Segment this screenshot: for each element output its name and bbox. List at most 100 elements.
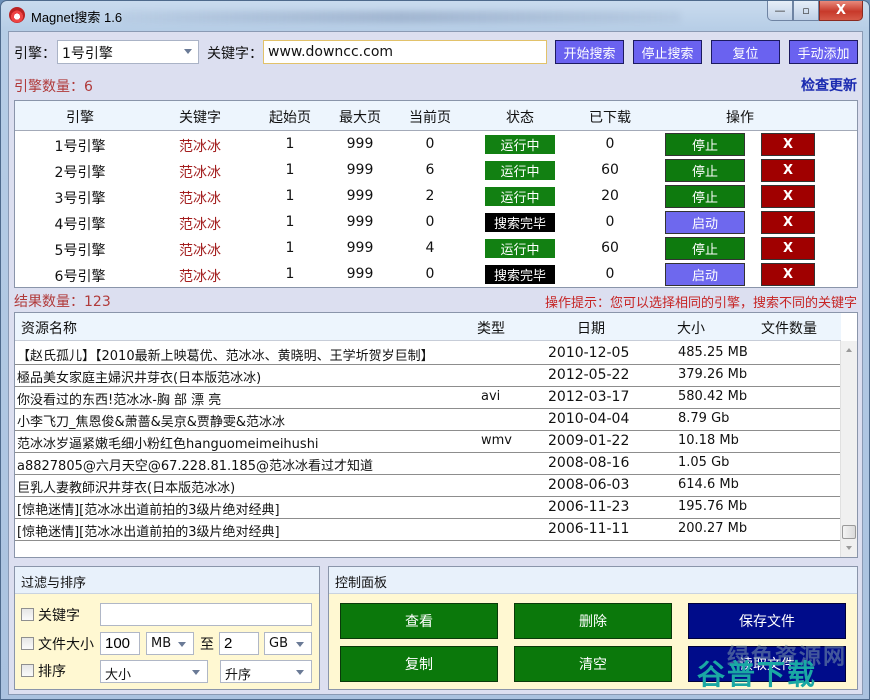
keyword-label: 关键字： xyxy=(207,46,263,62)
engine-cell-start-page: 1 xyxy=(285,162,295,178)
result-row[interactable]: 極品美女家庭主婦沢井芽衣(日本版范冰冰) 2012-05-22 379.26 Mb xyxy=(15,365,841,387)
size-max-unit-select[interactable]: GB xyxy=(264,632,312,655)
engine-cell-keyword: 范冰冰 xyxy=(179,165,221,181)
engine-row[interactable]: 2号引擎 范冰冰 1 999 6 60 运行中 停止 X xyxy=(15,158,857,184)
engine-cell-max-page: 999 xyxy=(346,162,374,178)
start-search-button[interactable]: 开始搜索 xyxy=(555,40,624,64)
col-current-page[interactable]: 当前页 xyxy=(395,107,465,127)
result-cell-size: 580.42 Mb xyxy=(678,389,748,404)
title-bar[interactable]: Magnet搜索 1.6 — ▫ X xyxy=(1,1,869,31)
result-cell-date: 2008-06-03 xyxy=(548,477,630,493)
save-file-button[interactable]: 保存文件 xyxy=(688,603,846,639)
engine-row[interactable]: 3号引擎 范冰冰 1 999 2 20 运行中 停止 X xyxy=(15,184,857,210)
engine-cell-start-page: 1 xyxy=(285,214,295,230)
filesize-filter-checkbox[interactable] xyxy=(21,637,34,650)
engine-delete-button[interactable]: X xyxy=(761,133,815,156)
engine-row[interactable]: 1号引擎 范冰冰 1 999 0 0 运行中 停止 X xyxy=(15,132,857,158)
engine-cell-downloaded: 0 xyxy=(605,136,615,152)
result-row[interactable]: 你没看过的东西!范冰冰-胸 部 漂 亮 avi 2012-03-17 580.42 M… xyxy=(15,387,841,409)
engine-select[interactable]: 1号引擎 xyxy=(57,40,199,64)
col-max-page[interactable]: 最大页 xyxy=(325,107,395,127)
result-row[interactable]: [惊艳迷情][范冰冰出道前拍的3级片绝对经典] 2006-11-23 195.76 … xyxy=(15,497,841,519)
engine-row[interactable]: 5号引擎 范冰冰 1 999 4 60 运行中 停止 X xyxy=(15,236,857,262)
manual-add-button[interactable]: 手动添加 xyxy=(789,40,858,64)
result-row[interactable]: 范冰冰岁逼紧嫩毛细小粉红色hanguomeimeihushi wmv 2009-01… xyxy=(15,431,841,453)
engine-status-badge: 搜索完毕 xyxy=(485,213,555,232)
engine-cell-max-page: 999 xyxy=(346,136,374,152)
engine-row[interactable]: 6号引擎 范冰冰 1 999 0 0 搜索完毕 启动 X xyxy=(15,262,857,288)
engine-delete-button[interactable]: X xyxy=(761,185,815,208)
size-min-unit-select[interactable]: MB xyxy=(146,632,194,655)
engine-cell-downloaded: 0 xyxy=(605,214,615,230)
scroll-down-icon[interactable] xyxy=(846,546,852,550)
stop-search-button[interactable]: 停止搜索 xyxy=(633,40,702,64)
col-keyword[interactable]: 关键字 xyxy=(155,107,245,127)
col-start-page[interactable]: 起始页 xyxy=(255,107,325,127)
engine-start-button[interactable]: 启动 xyxy=(665,211,745,234)
engine-cell-engine: 3号引擎 xyxy=(54,191,106,207)
engine-table-header: 引擎 关键字 起始页 最大页 当前页 状态 已下载 操作 xyxy=(15,101,857,131)
result-cell-date: 2009-01-22 xyxy=(548,433,630,449)
engine-stop-button[interactable]: 停止 xyxy=(665,159,745,182)
reset-button[interactable]: 复位 xyxy=(711,40,780,64)
size-min-input[interactable] xyxy=(100,632,140,655)
keyword-filter-input[interactable] xyxy=(100,603,312,626)
size-max-input[interactable] xyxy=(219,632,259,655)
result-cell-date: 2006-11-23 xyxy=(548,499,630,515)
engine-cell-engine: 5号引擎 xyxy=(54,243,106,259)
engine-cell-downloaded: 60 xyxy=(601,240,619,256)
window-title: Magnet搜索 1.6 xyxy=(31,10,123,25)
engine-delete-button[interactable]: X xyxy=(761,159,815,182)
col-resource-name[interactable]: 资源名称 xyxy=(21,318,77,338)
maximize-button[interactable]: ▫ xyxy=(793,1,819,21)
engine-stop-button[interactable]: 停止 xyxy=(665,237,745,260)
col-size[interactable]: 大小 xyxy=(677,318,705,338)
result-row[interactable]: [惊艳迷情][范冰冰出道前拍的3级片绝对经典] 2006-11-11 200.27 … xyxy=(15,519,841,541)
engine-cell-keyword: 范冰冰 xyxy=(179,243,221,259)
col-status[interactable]: 状态 xyxy=(485,107,555,127)
keyword-filter-checkbox[interactable] xyxy=(21,608,34,621)
app-window: Magnet搜索 1.6 — ▫ X 引擎： 1号引擎 关键字： 开始搜索 停止… xyxy=(0,0,870,700)
scroll-thumb[interactable] xyxy=(842,525,856,539)
clear-button[interactable]: 清空 xyxy=(514,646,672,682)
engine-delete-button[interactable]: X xyxy=(761,211,815,234)
result-row[interactable]: 小李飞刀_焦恩俊&萧蔷&吴京&贾静雯&范冰冰 2010-04-04 8.79 Gb xyxy=(15,409,841,431)
engine-cell-current-page: 4 xyxy=(425,240,435,256)
chevron-down-icon xyxy=(296,642,304,647)
read-file-button[interactable]: 读取文件 xyxy=(688,646,846,682)
col-actions[interactable]: 操作 xyxy=(705,107,775,127)
result-count: 结果数量：123 xyxy=(14,294,111,310)
results-table-header: 资源名称 类型 日期 大小 文件数量 xyxy=(15,313,841,341)
sort-checkbox[interactable] xyxy=(21,664,34,677)
engine-row[interactable]: 4号引擎 范冰冰 1 999 0 0 搜索完毕 启动 X xyxy=(15,210,857,236)
col-file-count[interactable]: 文件数量 xyxy=(761,318,817,338)
sort-order-select[interactable]: 升序 xyxy=(220,660,312,683)
title-bar-blur xyxy=(121,11,681,23)
sort-by-select[interactable]: 大小 xyxy=(100,660,208,683)
control-panel: 控制面板 查看 删除 保存文件 复制 清空 读取文件 绿色资源网 谷普下载 xyxy=(328,566,858,691)
scroll-up-icon[interactable] xyxy=(846,348,852,352)
engine-cell-downloaded: 20 xyxy=(601,188,619,204)
keyword-input[interactable] xyxy=(263,40,547,64)
result-cell-size: 200.27 Mb xyxy=(678,521,748,536)
engine-stop-button[interactable]: 停止 xyxy=(665,133,745,156)
results-scrollbar[interactable] xyxy=(840,341,857,557)
col-engine[interactable]: 引擎 xyxy=(35,107,125,127)
engine-stop-button[interactable]: 停止 xyxy=(665,185,745,208)
check-update-link[interactable]: 检查更新 xyxy=(801,75,857,95)
engine-start-button[interactable]: 启动 xyxy=(665,263,745,286)
copy-button[interactable]: 复制 xyxy=(340,646,498,682)
result-row[interactable]: 【赵氏孤儿】【2010最新上映葛优、范冰冰、黄晓明、王学圻贺岁巨制】 2010-1… xyxy=(15,343,841,365)
delete-button[interactable]: 删除 xyxy=(514,603,672,639)
engine-delete-button[interactable]: X xyxy=(761,237,815,260)
col-date[interactable]: 日期 xyxy=(577,318,605,338)
close-button[interactable]: X xyxy=(819,1,863,21)
minimize-button[interactable]: — xyxy=(767,1,793,21)
engine-status-badge: 运行中 xyxy=(485,135,555,154)
col-type[interactable]: 类型 xyxy=(477,318,505,338)
result-row[interactable]: 巨乳人妻教師沢井芽衣(日本版范冰冰) 2008-06-03 614.6 Mb xyxy=(15,475,841,497)
view-button[interactable]: 查看 xyxy=(340,603,498,639)
col-downloaded[interactable]: 已下载 xyxy=(575,107,645,127)
engine-delete-button[interactable]: X xyxy=(761,263,815,286)
result-row[interactable]: a8827805@六月天空@67.228.81.185@范冰冰看过才知道 2008… xyxy=(15,453,841,475)
